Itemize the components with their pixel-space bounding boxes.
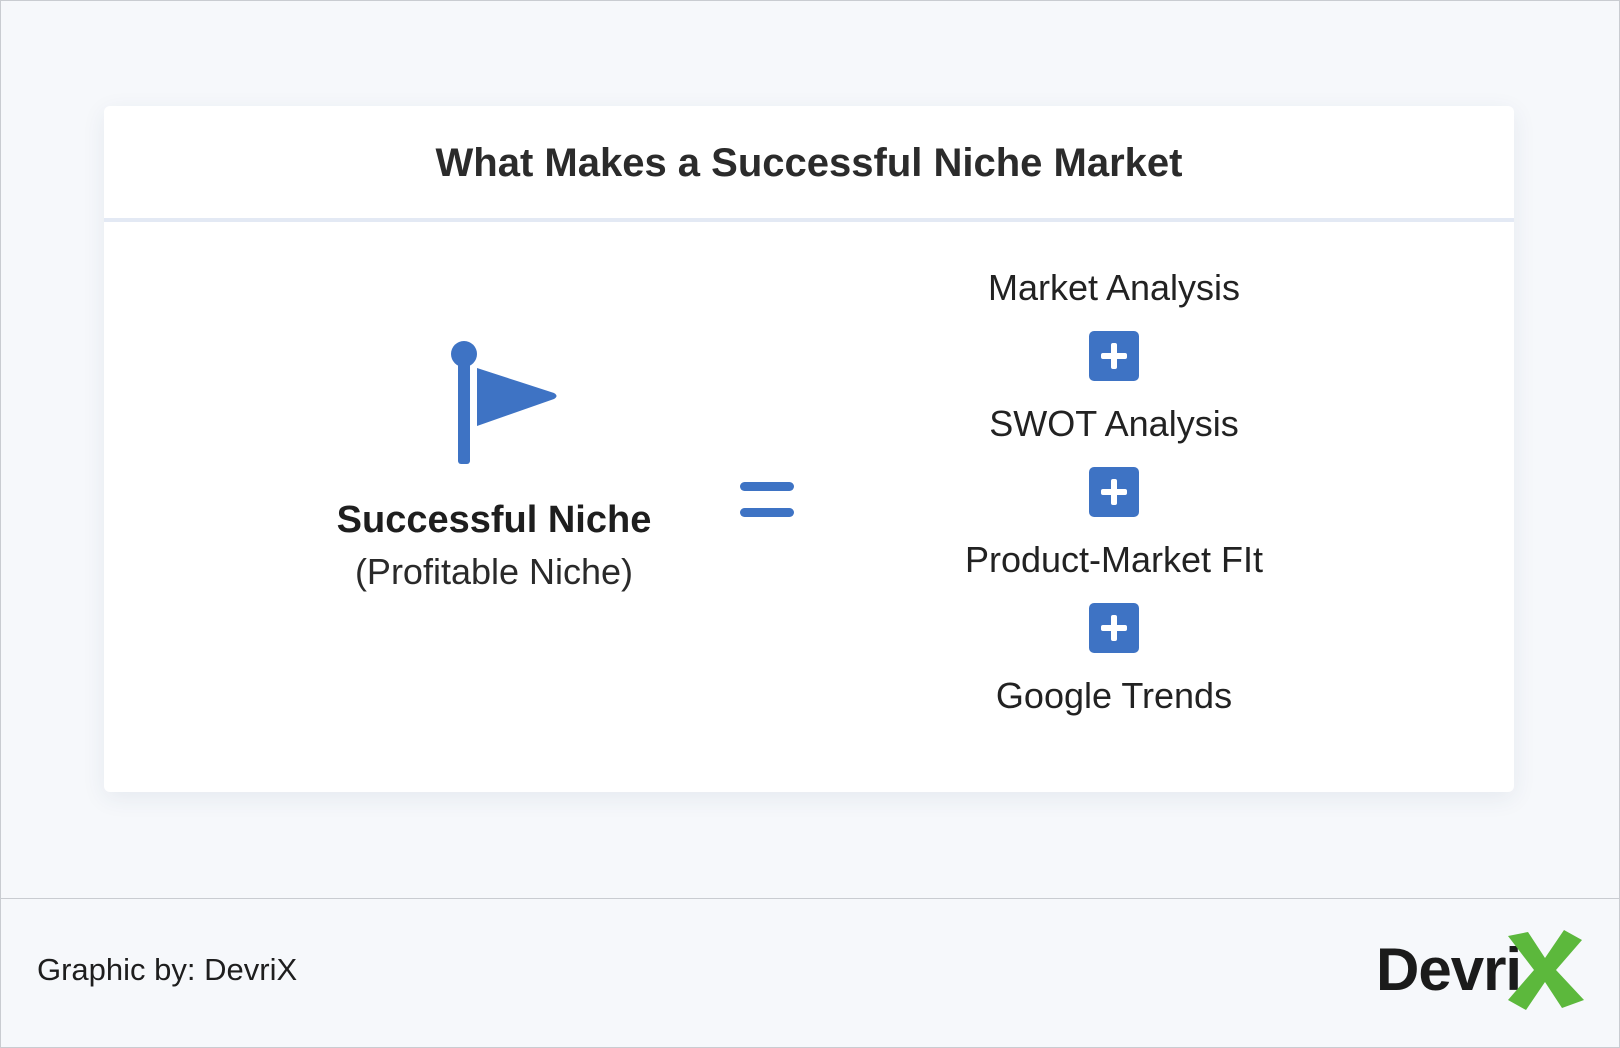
devrix-logo: Devri [1376,930,1586,1010]
flag-icon [451,341,557,464]
plus-icon [1089,603,1139,653]
term-google-trends: Google Trends [995,675,1233,716]
term-market-analysis: Market Analysis [987,267,1241,308]
logo-wordmark: Devri [1376,936,1522,1003]
successful-niche-title: Successful Niche [336,499,652,541]
profitable-niche-subtitle: (Profitable Niche) [354,551,634,592]
infographic-card: What Makes a Successful Niche Market Suc… [104,106,1514,792]
card-title: What Makes a Successful Niche Market [435,140,1183,185]
graphic-credit: Graphic by: DevriX [37,952,298,987]
title-divider [104,218,1514,222]
equals-icon [740,482,794,518]
successful-niche-label: Successful Niche (Profitable Niche) [294,494,694,598]
logo-x-icon [1508,930,1584,1010]
term-product-market-fit: Product-Market FIt [964,539,1264,580]
plus-icon [1089,331,1139,381]
plus-icon [1089,467,1139,517]
footer-divider [1,898,1619,899]
term-swot-analysis: SWOT Analysis [989,403,1239,444]
formula-terms: Market Analysis SWOT Analysis Product-Ma… [894,256,1334,728]
